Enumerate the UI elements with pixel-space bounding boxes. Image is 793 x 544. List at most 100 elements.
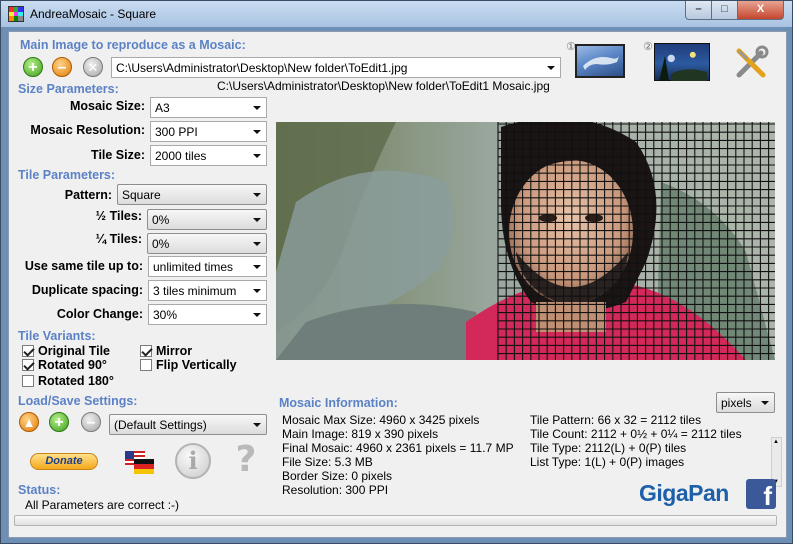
- rotated-180-checkbox[interactable]: Rotated 180°: [22, 374, 114, 388]
- progress-bar: [14, 515, 777, 526]
- mosaic-info-right: Tile Pattern: 66 x 32 = 2112 tiles Tile …: [530, 413, 742, 470]
- main-panel: Main Image to reproduce as a Mosaic: + –…: [8, 31, 787, 538]
- mosaic-resolution-label: Mosaic Resolution:: [30, 123, 145, 137]
- arrow-up-icon: ▲: [22, 415, 36, 430]
- rotated-180-label: Rotated 180°: [38, 374, 114, 388]
- tile-size-label: Tile Size:: [91, 148, 145, 162]
- settings-select[interactable]: (Default Settings): [109, 414, 267, 435]
- tile-size-select[interactable]: 2000 tiles: [150, 145, 267, 166]
- same-tile-value: unlimited times: [153, 260, 234, 274]
- half-tiles-select[interactable]: 0%: [147, 209, 267, 230]
- duplicate-spacing-value: 3 tiles minimum: [153, 284, 237, 298]
- tile-size-value: 2000 tiles: [155, 149, 207, 163]
- tile-folder-thumbnail[interactable]: [575, 44, 625, 78]
- chevron-down-icon: [761, 401, 769, 405]
- same-tile-select[interactable]: unlimited times: [148, 256, 267, 277]
- remove-icon: –: [86, 414, 96, 431]
- pattern-label: Pattern:: [64, 188, 112, 202]
- status-label: Status:: [18, 483, 61, 497]
- minimize-button[interactable]: –: [685, 1, 712, 20]
- info-line: Tile Pattern: 66 x 32 = 2112 tiles: [530, 413, 702, 427]
- color-change-label: Color Change:: [56, 307, 143, 321]
- units-select[interactable]: pixels: [716, 392, 775, 413]
- tile-parameters-label: Tile Parameters:: [18, 168, 116, 182]
- info-icon: i: [188, 446, 198, 475]
- quarter-tiles-label: ¼ Tiles:: [95, 232, 142, 246]
- mosaic-resolution-select[interactable]: 300 PPI: [150, 121, 267, 142]
- donate-button[interactable]: Donate: [30, 453, 98, 470]
- size-parameters-label: Size Parameters:: [18, 82, 119, 96]
- language-button[interactable]: [124, 449, 156, 475]
- duplicate-spacing-label: Duplicate spacing:: [31, 283, 143, 297]
- tile-variants-label: Tile Variants:: [18, 329, 96, 343]
- mirror-checkbox[interactable]: Mirror: [140, 344, 192, 358]
- chevron-down-icon: [253, 154, 261, 158]
- checkbox-icon: [140, 345, 152, 357]
- info-line: Mosaic Max Size: 4960 x 3425 pixels: [282, 413, 480, 427]
- flip-vertically-checkbox[interactable]: Flip Vertically: [140, 358, 237, 372]
- facebook-glyph: f: [763, 481, 772, 509]
- maximize-button[interactable]: □: [711, 1, 738, 20]
- rotated-90-label: Rotated 90°: [38, 358, 107, 372]
- facebook-icon[interactable]: f: [746, 479, 776, 509]
- add-icon: +: [28, 59, 38, 76]
- close-button[interactable]: X: [737, 1, 784, 20]
- load-save-label: Load/Save Settings:: [18, 394, 138, 408]
- title-bar[interactable]: AndreaMosaic - Square – □ X: [1, 1, 792, 27]
- flags-icon: [125, 451, 154, 474]
- chevron-down-icon: [253, 218, 261, 222]
- flip-vertically-label: Flip Vertically: [156, 358, 237, 372]
- mosaic-size-label: Mosaic Size:: [69, 99, 145, 113]
- mosaic-size-select[interactable]: A3: [150, 97, 267, 118]
- original-tile-label: Original Tile: [38, 344, 111, 358]
- info-line: Tile Count: 2112 + 0½ + 0¼ = 2112 tiles: [530, 426, 742, 441]
- checkbox-icon: [22, 345, 34, 357]
- info-line: Tile Type: 2112(L) + 0(P) tiles: [530, 440, 687, 455]
- color-change-value: 30%: [153, 308, 178, 322]
- pattern-value: Square: [122, 188, 161, 202]
- add-settings-button[interactable]: +: [49, 412, 69, 432]
- remove-settings-button[interactable]: –: [81, 412, 101, 432]
- add-image-button[interactable]: +: [23, 57, 43, 77]
- chevron-down-icon: [253, 289, 261, 293]
- chevron-down-icon: [253, 265, 261, 269]
- chevron-down-icon: [253, 130, 261, 134]
- status-message: All Parameters are correct :-): [25, 498, 180, 512]
- main-image-path: C:\Users\Administrator\Desktop\New folde…: [116, 61, 408, 75]
- quarter-tiles-select[interactable]: 0%: [147, 233, 267, 254]
- gigapan-logo[interactable]: GigaPan: [639, 480, 729, 507]
- info-line: List Type: 1(L) + 0(P) images: [530, 454, 685, 469]
- remove-image-button[interactable]: –: [52, 57, 72, 77]
- thumb2-badge: ②: [643, 41, 653, 53]
- settings-value: (Default Settings): [114, 418, 207, 432]
- checkbox-icon: [22, 359, 34, 371]
- chevron-down-icon: [547, 66, 555, 70]
- checkbox-icon: [22, 375, 34, 387]
- checkbox-icon: [140, 359, 152, 371]
- duplicate-spacing-select[interactable]: 3 tiles minimum: [148, 280, 267, 301]
- scroll-up-icon[interactable]: ▲: [773, 439, 779, 445]
- info-button[interactable]: i: [175, 443, 211, 479]
- chevron-down-icon: [253, 106, 261, 110]
- help-icon: ?: [235, 439, 257, 480]
- main-image-path-combo[interactable]: C:\Users\Administrator\Desktop\New folde…: [111, 57, 561, 78]
- load-settings-button[interactable]: ▲: [19, 412, 39, 432]
- color-change-select[interactable]: 30%: [148, 304, 267, 325]
- tools-button[interactable]: [733, 45, 769, 81]
- pattern-select[interactable]: Square: [117, 184, 267, 205]
- chevron-down-icon: [253, 423, 261, 427]
- dolphin-icon: [583, 56, 619, 70]
- clear-image-button[interactable]: ✕: [83, 57, 103, 77]
- add-icon: +: [54, 414, 64, 431]
- half-tiles-value: 0%: [152, 213, 170, 227]
- main-image-section-label: Main Image to reproduce as a Mosaic:: [20, 38, 246, 52]
- same-tile-label: Use same tile up to:: [24, 259, 143, 273]
- info-line: Main Image: 819 x 390 pixels: [282, 426, 439, 441]
- tools-icon: [736, 45, 769, 78]
- info-line: Resolution: 300 PPI: [282, 482, 389, 497]
- original-tile-checkbox[interactable]: Original Tile: [22, 344, 110, 358]
- starry-night-thumbnail[interactable]: [654, 43, 710, 81]
- help-button[interactable]: ?: [231, 440, 261, 480]
- mosaic-preview[interactable]: [276, 122, 775, 360]
- rotated-90-checkbox[interactable]: Rotated 90°: [22, 358, 107, 372]
